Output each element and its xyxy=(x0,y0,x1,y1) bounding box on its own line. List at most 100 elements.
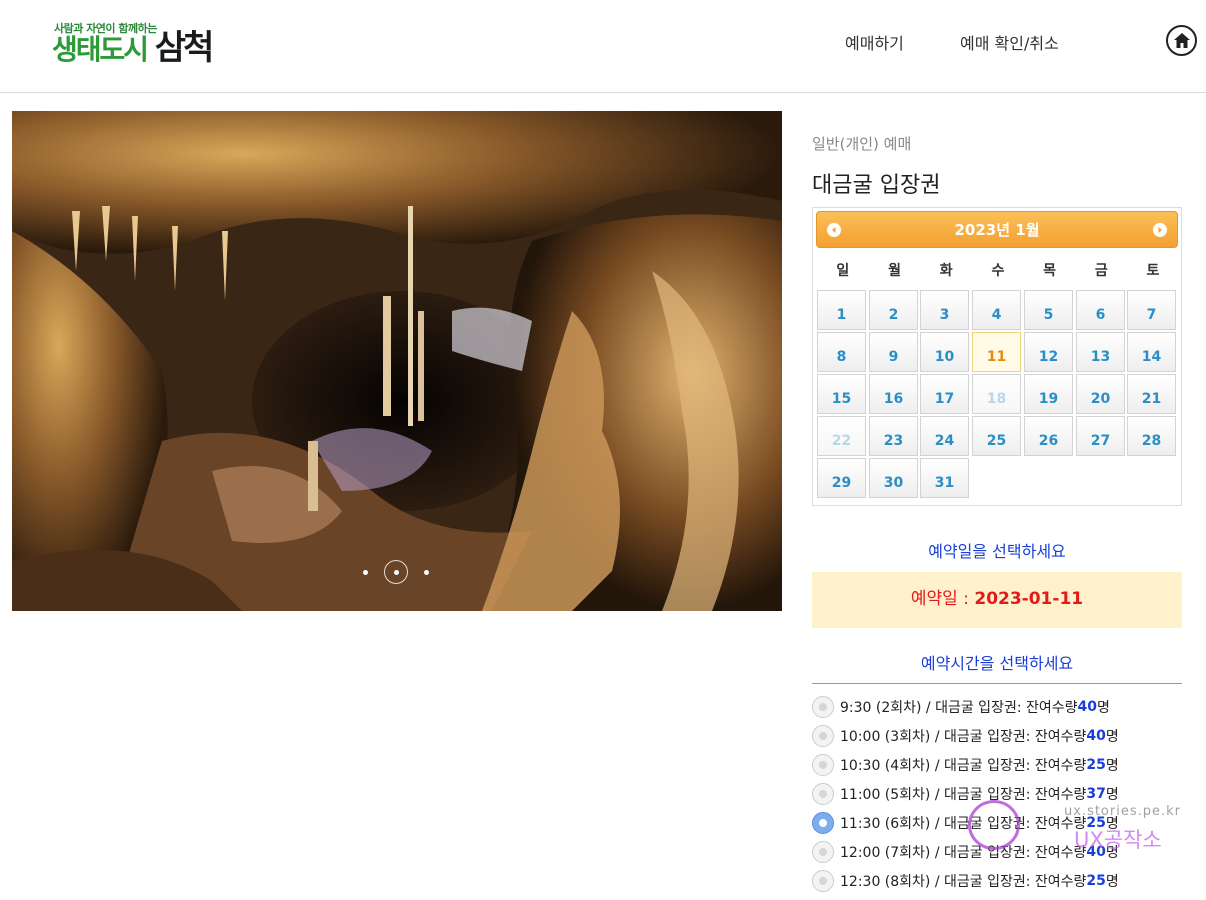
calendar-day[interactable]: 9 xyxy=(869,332,918,372)
time-slot-option[interactable]: 9:30 (2회차) / 대금굴 입장권: 잔여수량 40 명 xyxy=(812,694,1206,720)
logo-text-dark: 삼척 xyxy=(154,28,215,68)
carousel-dot-3[interactable] xyxy=(424,570,429,575)
logo-text-green: 생태도시 xyxy=(52,33,149,66)
calendar-day[interactable]: 21 xyxy=(1127,374,1176,414)
count-unit: 명 xyxy=(1105,729,1119,745)
time-slot-label: 9:30 (2회차) / 대금굴 입장권: 잔여수량 xyxy=(840,700,1078,716)
remaining-count: 25 xyxy=(1086,757,1106,773)
count-unit: 명 xyxy=(1105,874,1119,890)
time-slot-option[interactable]: 11:00 (5회차) / 대금굴 입장권: 잔여수량 37 명 xyxy=(812,781,1206,807)
nav-reserve[interactable]: 예매하기 xyxy=(845,30,904,54)
time-slot-radio[interactable] xyxy=(812,783,834,805)
calendar-day[interactable]: 1 xyxy=(817,290,866,330)
date-picker-calendar: 2023년 1월 일 월 화 수 목 금 토 1 2 3 4 5 6 7 8 9 10 11 12 13… xyxy=(812,207,1182,506)
remaining-count: 40 xyxy=(1086,844,1106,860)
carousel-indicators xyxy=(361,559,431,587)
time-slot-radio[interactable] xyxy=(812,812,834,834)
calendar-day[interactable]: 10 xyxy=(920,332,969,372)
selected-date-label: 예약일 : xyxy=(910,589,975,609)
weekday-thu: 목 xyxy=(1043,263,1057,279)
calendar-day[interactable]: 17 xyxy=(920,374,969,414)
calendar-day[interactable]: 27 xyxy=(1076,416,1125,456)
calendar-day[interactable]: 26 xyxy=(1024,416,1073,456)
carousel-dot-1[interactable] xyxy=(363,570,368,575)
hero-carousel[interactable] xyxy=(12,111,782,611)
time-slot-label: 12:00 (7회차) / 대금굴 입장권: 잔여수량 xyxy=(840,845,1087,861)
calendar-day[interactable]: 31 xyxy=(920,458,969,498)
calendar-day[interactable]: 11 xyxy=(972,332,1021,372)
time-slot-label: 11:00 (5회차) / 대금굴 입장권: 잔여수량 xyxy=(840,787,1087,803)
calendar-day[interactable]: 23 xyxy=(869,416,918,456)
time-slot-label: 11:30 (6회차) / 대금굴 입장권: 잔여수량 xyxy=(840,816,1087,832)
time-slot-radio[interactable] xyxy=(812,754,834,776)
weekday-wed: 수 xyxy=(991,263,1005,279)
calendar-day[interactable]: 15 xyxy=(817,374,866,414)
time-slot-option[interactable]: 12:30 (8회차) / 대금굴 입장권: 잔여수량 25 명 xyxy=(812,868,1206,894)
calendar-day[interactable]: 25 xyxy=(972,416,1021,456)
cave-image xyxy=(12,111,782,611)
weekday-sat: 토 xyxy=(1146,263,1160,279)
remaining-count: 37 xyxy=(1086,786,1106,802)
site-logo[interactable]: 사람과 자연이 함께하는 생태도시 삼척 xyxy=(52,18,224,66)
time-slot-label: 12:30 (8회차) / 대금굴 입장권: 잔여수량 xyxy=(840,874,1087,890)
calendar-day[interactable]: 2 xyxy=(869,290,918,330)
next-month-button[interactable] xyxy=(1153,223,1167,237)
calendar-day[interactable]: 14 xyxy=(1127,332,1176,372)
count-unit: 명 xyxy=(1097,700,1110,716)
carousel-dot-2-active[interactable] xyxy=(384,560,408,584)
calendar-day: 18 xyxy=(972,374,1021,414)
remaining-count: 25 xyxy=(1086,815,1106,831)
calendar-day[interactable]: 6 xyxy=(1076,290,1125,330)
weekday-header-row: 일 월 화 수 목 금 토 xyxy=(817,260,1179,280)
product-title: 대금굴 입장권 xyxy=(812,173,941,198)
calendar-day: 22 xyxy=(817,416,866,456)
calendar-day[interactable]: 30 xyxy=(869,458,918,498)
time-slot-option[interactable]: 12:00 (7회차) / 대금굴 입장권: 잔여수량 40 명 xyxy=(812,839,1206,865)
logo-wordmark: 생태도시 삼척 xyxy=(52,31,214,66)
calendar-day[interactable]: 29 xyxy=(817,458,866,498)
time-slot-label: 10:00 (3회차) / 대금굴 입장권: 잔여수량 xyxy=(840,729,1087,745)
time-slot-option[interactable]: 11:30 (6회차) / 대금굴 입장권: 잔여수량 25 명 xyxy=(812,810,1206,836)
calendar-day[interactable]: 12 xyxy=(1024,332,1073,372)
remaining-count: 40 xyxy=(1077,699,1097,715)
selected-date-box: 예약일 : 2023-01-11 xyxy=(812,572,1182,628)
calendar-day[interactable]: 4 xyxy=(972,290,1021,330)
count-unit: 명 xyxy=(1105,816,1119,832)
date-prompt: 예약일을 선택하세요 xyxy=(928,542,1066,561)
weekday-fri: 금 xyxy=(1094,263,1108,279)
nav-check-cancel[interactable]: 예매 확인/취소 xyxy=(960,30,1059,54)
calendar-day[interactable]: 8 xyxy=(817,332,866,372)
time-slot-radio[interactable] xyxy=(812,841,834,863)
calendar-day[interactable]: 13 xyxy=(1076,332,1125,372)
chevron-left-icon xyxy=(832,227,836,233)
time-slot-option[interactable]: 10:00 (3회차) / 대금굴 입장권: 잔여수량 40 명 xyxy=(812,723,1206,749)
chevron-right-icon xyxy=(1158,227,1162,233)
calendar-day[interactable]: 3 xyxy=(920,290,969,330)
weekday-mon: 월 xyxy=(888,263,901,279)
time-slot-radio[interactable] xyxy=(812,870,834,892)
time-slot-radio[interactable] xyxy=(812,696,834,718)
count-unit: 명 xyxy=(1105,787,1119,803)
weekday-tue: 화 xyxy=(939,263,953,279)
calendar-month-title: 2023년 1월 xyxy=(954,221,1040,239)
count-unit: 명 xyxy=(1105,758,1119,774)
calendar-day[interactable]: 19 xyxy=(1024,374,1073,414)
calendar-day[interactable]: 16 xyxy=(869,374,918,414)
count-unit: 명 xyxy=(1105,845,1119,861)
calendar-header: 2023년 1월 xyxy=(816,211,1178,248)
home-button[interactable] xyxy=(1166,25,1197,56)
time-prompt: 예약시간을 선택하세요 xyxy=(920,654,1074,673)
calendar-day[interactable]: 7 xyxy=(1127,290,1176,330)
calendar-day[interactable]: 20 xyxy=(1076,374,1125,414)
remaining-count: 25 xyxy=(1086,873,1106,889)
divider xyxy=(812,683,1182,684)
remaining-count: 40 xyxy=(1086,728,1106,744)
calendar-day[interactable]: 5 xyxy=(1024,290,1073,330)
selected-date-value: 2023-01-11 xyxy=(974,589,1084,609)
calendar-day[interactable]: 28 xyxy=(1127,416,1176,456)
time-slot-option[interactable]: 10:30 (4회차) / 대금굴 입장권: 잔여수량 25 명 xyxy=(812,752,1206,778)
prev-month-button[interactable] xyxy=(827,223,841,237)
ticket-category: 일반(개인) 예매 xyxy=(812,135,912,153)
calendar-day[interactable]: 24 xyxy=(920,416,969,456)
time-slot-radio[interactable] xyxy=(812,725,834,747)
